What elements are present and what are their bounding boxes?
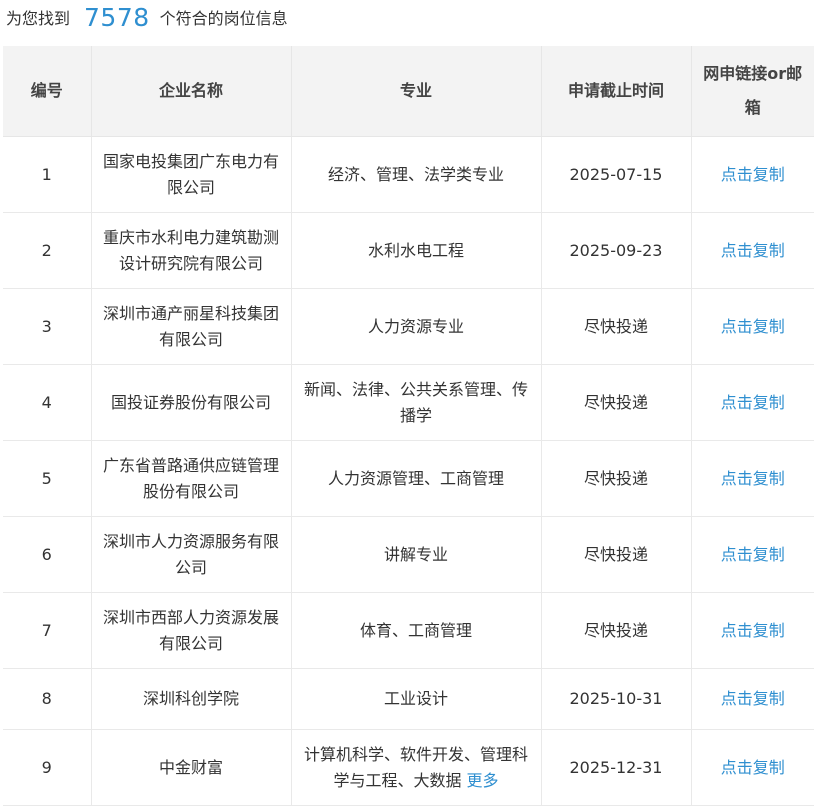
row-link-cell: 点击复制 bbox=[691, 592, 814, 669]
result-count: 7578 bbox=[84, 2, 150, 32]
row-major: 讲解专业 bbox=[291, 516, 542, 593]
row-link-cell: 点击复制 bbox=[691, 136, 814, 213]
row-deadline: 2025-12-31 bbox=[541, 729, 692, 806]
more-link[interactable]: 更多 bbox=[467, 771, 499, 790]
row-company: 深圳市人力资源服务有限公司 bbox=[91, 516, 292, 593]
row-company: 深圳市西部人力资源发展有限公司 bbox=[91, 592, 292, 669]
row-link-cell: 点击复制 bbox=[691, 288, 814, 365]
row-deadline: 尽快投递 bbox=[541, 440, 692, 517]
row-link-cell: 点击复制 bbox=[691, 212, 814, 289]
table-row: 7 深圳市西部人力资源发展有限公司 体育、工商管理 尽快投递 点击复制 bbox=[3, 592, 814, 669]
row-no: 8 bbox=[3, 668, 92, 730]
row-company: 深圳市通产丽星科技集团有限公司 bbox=[91, 288, 292, 365]
row-deadline: 尽快投递 bbox=[541, 288, 692, 365]
row-no: 1 bbox=[3, 136, 92, 213]
job-table: 编号 企业名称 专业 申请截止时间 网申链接or邮箱 1 国家电投集团广东电力有… bbox=[3, 46, 814, 806]
header-company: 企业名称 bbox=[91, 46, 292, 137]
row-major-cell: 计算机科学、软件开发、管理科学与工程、大数据 更多 bbox=[291, 729, 542, 806]
row-no: 7 bbox=[3, 592, 92, 669]
copy-link-button[interactable]: 点击复制 bbox=[721, 317, 785, 336]
row-major: 工业设计 bbox=[291, 668, 542, 730]
summary-suffix: 个符合的岗位信息 bbox=[159, 9, 288, 28]
copy-link-button[interactable]: 点击复制 bbox=[721, 621, 785, 640]
row-company: 国投证券股份有限公司 bbox=[91, 364, 292, 441]
job-table-container: 编号 企业名称 专业 申请截止时间 网申链接or邮箱 1 国家电投集团广东电力有… bbox=[3, 46, 814, 806]
table-row: 5 广东省普路通供应链管理股份有限公司 人力资源管理、工商管理 尽快投递 点击复… bbox=[3, 440, 814, 517]
result-summary: 为您找到 7578 个符合的岗位信息 bbox=[6, 0, 288, 34]
header-no: 编号 bbox=[3, 46, 92, 137]
row-company: 深圳科创学院 bbox=[91, 668, 292, 730]
row-no: 2 bbox=[3, 212, 92, 289]
copy-link-button[interactable]: 点击复制 bbox=[721, 165, 785, 184]
table-row: 6 深圳市人力资源服务有限公司 讲解专业 尽快投递 点击复制 bbox=[3, 516, 814, 593]
row-deadline: 2025-07-15 bbox=[541, 136, 692, 213]
header-link: 网申链接or邮箱 bbox=[691, 46, 814, 137]
row-no: 5 bbox=[3, 440, 92, 517]
row-major: 水利水电工程 bbox=[291, 212, 542, 289]
row-no: 3 bbox=[3, 288, 92, 365]
row-company: 广东省普路通供应链管理股份有限公司 bbox=[91, 440, 292, 517]
row-deadline: 2025-10-31 bbox=[541, 668, 692, 730]
row-link-cell: 点击复制 bbox=[691, 668, 814, 730]
row-company: 重庆市水利电力建筑勘测设计研究院有限公司 bbox=[91, 212, 292, 289]
row-deadline: 尽快投递 bbox=[541, 364, 692, 441]
table-row: 3 深圳市通产丽星科技集团有限公司 人力资源专业 尽快投递 点击复制 bbox=[3, 288, 814, 365]
row-major: 经济、管理、法学类专业 bbox=[291, 136, 542, 213]
row-major: 人力资源专业 bbox=[291, 288, 542, 365]
copy-link-button[interactable]: 点击复制 bbox=[721, 545, 785, 564]
row-major: 体育、工商管理 bbox=[291, 592, 542, 669]
row-link-cell: 点击复制 bbox=[691, 516, 814, 593]
copy-link-button[interactable]: 点击复制 bbox=[721, 758, 785, 777]
copy-link-button[interactable]: 点击复制 bbox=[721, 241, 785, 260]
row-major: 新闻、法律、公共关系管理、传播学 bbox=[291, 364, 542, 441]
table-row: 2 重庆市水利电力建筑勘测设计研究院有限公司 水利水电工程 2025-09-23… bbox=[3, 212, 814, 289]
row-deadline: 尽快投递 bbox=[541, 516, 692, 593]
header-major: 专业 bbox=[291, 46, 542, 137]
row-major: 人力资源管理、工商管理 bbox=[291, 440, 542, 517]
table-row: 9 中金财富 计算机科学、软件开发、管理科学与工程、大数据 更多 2025-12… bbox=[3, 729, 814, 806]
row-company: 国家电投集团广东电力有限公司 bbox=[91, 136, 292, 213]
table-row: 8 深圳科创学院 工业设计 2025-10-31 点击复制 bbox=[3, 668, 814, 730]
header-deadline: 申请截止时间 bbox=[541, 46, 692, 137]
row-link-cell: 点击复制 bbox=[691, 364, 814, 441]
row-no: 6 bbox=[3, 516, 92, 593]
summary-prefix: 为您找到 bbox=[6, 9, 71, 28]
copy-link-button[interactable]: 点击复制 bbox=[721, 689, 785, 708]
row-no: 4 bbox=[3, 364, 92, 441]
table-row: 1 国家电投集团广东电力有限公司 经济、管理、法学类专业 2025-07-15 … bbox=[3, 136, 814, 213]
table-header-row: 编号 企业名称 专业 申请截止时间 网申链接or邮箱 bbox=[3, 46, 814, 137]
copy-link-button[interactable]: 点击复制 bbox=[721, 393, 785, 412]
row-company: 中金财富 bbox=[91, 729, 292, 806]
row-link-cell: 点击复制 bbox=[691, 729, 814, 806]
copy-link-button[interactable]: 点击复制 bbox=[721, 469, 785, 488]
row-no: 9 bbox=[3, 729, 92, 806]
row-deadline: 尽快投递 bbox=[541, 592, 692, 669]
row-link-cell: 点击复制 bbox=[691, 440, 814, 517]
row-deadline: 2025-09-23 bbox=[541, 212, 692, 289]
table-row: 4 国投证券股份有限公司 新闻、法律、公共关系管理、传播学 尽快投递 点击复制 bbox=[3, 364, 814, 441]
